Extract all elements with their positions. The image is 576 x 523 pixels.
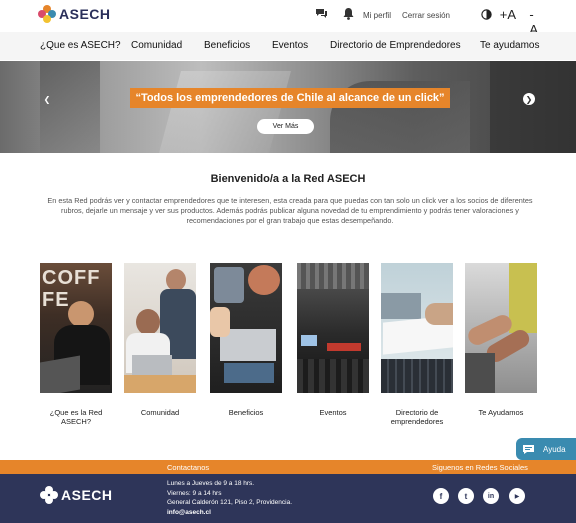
- hero-headline: “Todos los emprendedores de Chile al alc…: [130, 88, 450, 108]
- ver-mas-button[interactable]: Ver Más: [257, 119, 314, 134]
- chat-bubble-icon: [523, 444, 534, 454]
- logout-link[interactable]: Cerrar sesión: [402, 11, 450, 20]
- nav-item-beneficios[interactable]: Beneficios: [204, 40, 250, 51]
- card-eventos[interactable]: Eventos: [297, 263, 369, 417]
- footer-hours-friday: Viernes: 9 a 14 hrs: [167, 489, 222, 497]
- card-label: Te Ayudamos: [478, 408, 524, 417]
- font-increase-button[interactable]: +A: [500, 7, 516, 22]
- chat-icon[interactable]: [315, 8, 328, 19]
- nav-item-te-ayudamos[interactable]: Te ayudamos: [480, 40, 539, 51]
- twitter-icon[interactable]: t: [458, 488, 474, 504]
- nav-item-eventos[interactable]: Eventos: [272, 40, 308, 51]
- brand-logo[interactable]: ASECH: [38, 5, 111, 23]
- card-label: ¿Que es la Red ASECH?: [49, 408, 103, 426]
- contrast-icon[interactable]: [481, 9, 492, 20]
- nav-item-que-es-asech[interactable]: ¿Que es ASECH?: [40, 40, 121, 51]
- card-image: [210, 263, 282, 393]
- linkedin-icon[interactable]: in: [483, 488, 499, 504]
- footer-brand-name: ASECH: [61, 487, 113, 503]
- card-image: [381, 263, 453, 393]
- main-nav: ¿Que es ASECH? Comunidad Beneficios Even…: [0, 32, 576, 60]
- card-image: COFF FE: [40, 263, 112, 393]
- card-te-ayudamos[interactable]: Te Ayudamos: [465, 263, 537, 417]
- bell-icon[interactable]: [343, 8, 354, 20]
- logo-mark-icon: [38, 5, 56, 23]
- footer-email[interactable]: info@asech.cl: [167, 508, 292, 518]
- card-que-es-red-asech[interactable]: COFF FE ¿Que es la Red ASECH?: [40, 263, 112, 426]
- card-label: Eventos: [319, 408, 347, 417]
- card-label: Beneficios: [228, 408, 264, 417]
- top-bar: ASECH Mi perfil Cerrar sesión +A -A: [0, 0, 576, 37]
- card-directorio[interactable]: Directorio de emprendedores: [381, 263, 453, 426]
- help-label: Ayuda: [543, 444, 566, 454]
- footer-contact-info: Lunes a Jueves de 9 a 18 hrs. Viernes: 9…: [167, 479, 292, 517]
- card-beneficios[interactable]: Beneficios: [210, 263, 282, 417]
- contact-heading: Contactanos: [167, 463, 210, 472]
- hero-photo-region: [490, 61, 576, 153]
- social-heading: Siguenos en Redes Sociales: [432, 463, 528, 472]
- welcome-title: Bienvenido/a a la Red ASECH: [210, 173, 366, 185]
- footer-logo[interactable]: ASECH: [40, 486, 113, 504]
- footer-strip: Contactanos Siguenos en Redes Sociales: [0, 460, 576, 474]
- my-profile-link[interactable]: Mi perfil: [363, 11, 391, 20]
- facebook-icon[interactable]: f: [433, 488, 449, 504]
- hero-photo-region: [40, 61, 100, 153]
- carousel-prev-icon[interactable]: ❮: [41, 93, 53, 105]
- card-image: [124, 263, 196, 393]
- card-label: Directorio de emprendedores: [390, 408, 444, 426]
- logo-mark-icon: [40, 486, 58, 504]
- card-image: [297, 263, 369, 393]
- footer-hours-weekdays: Lunes a Jueves de 9 a 18 hrs.: [167, 480, 255, 487]
- youtube-icon[interactable]: ▶: [509, 488, 525, 504]
- nav-item-comunidad[interactable]: Comunidad: [131, 40, 182, 51]
- carousel-next-icon[interactable]: ❯: [523, 93, 535, 105]
- card-label: Comunidad: [140, 408, 180, 417]
- nav-item-directorio[interactable]: Directorio de Emprendedores: [330, 40, 461, 51]
- hero-photo-region: [159, 71, 291, 153]
- footer: ASECH Lunes a Jueves de 9 a 18 hrs. Vier…: [0, 474, 576, 523]
- card-comunidad[interactable]: Comunidad: [124, 263, 196, 417]
- card-image: [465, 263, 537, 393]
- footer-address: General Calderón 121, Piso 2, Providenci…: [167, 499, 293, 506]
- welcome-text: En esta Red podrás ver y contactar empre…: [47, 196, 533, 225]
- help-button[interactable]: Ayuda: [516, 438, 576, 460]
- brand-name: ASECH: [59, 6, 111, 22]
